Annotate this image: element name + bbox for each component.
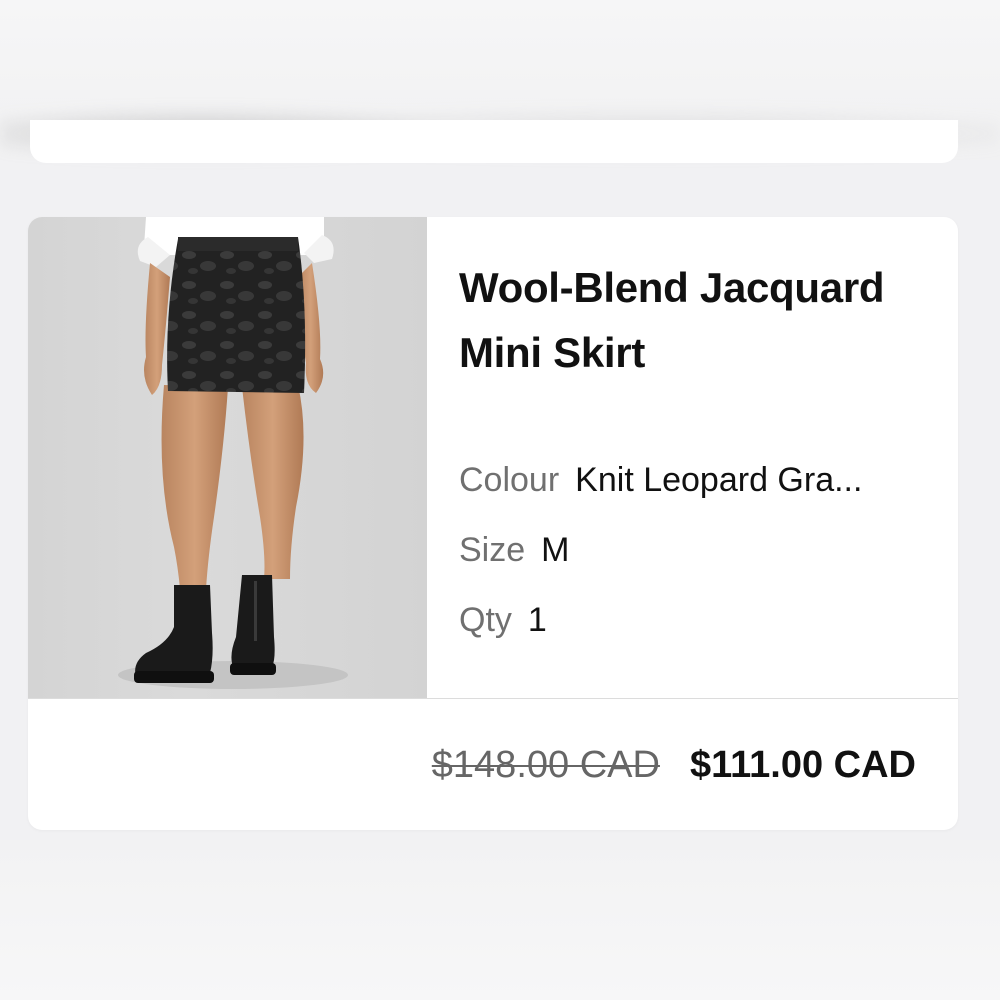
cart-item-card[interactable]: Wool-Blend Jacquard Mini Skirt Colour Kni…: [28, 217, 958, 830]
size-row: Size M: [459, 530, 569, 570]
colour-label: Colour: [459, 461, 560, 499]
previous-card-edge: [30, 120, 958, 163]
background-bottom: [0, 840, 1000, 1000]
product-photo-illustration: [118, 217, 348, 689]
colour-value: Knit Leopard Gra...: [575, 461, 863, 499]
product-image[interactable]: [28, 217, 427, 698]
qty-value: 1: [527, 601, 547, 639]
divider: [28, 698, 958, 699]
size-label: Size: [459, 531, 526, 569]
qty-row: Qty 1: [459, 600, 547, 640]
product-title[interactable]: Wool-Blend Jacquard Mini Skirt: [459, 255, 939, 385]
sale-price: $111.00 CAD: [689, 744, 916, 786]
original-price: $148.00 CAD: [431, 744, 660, 786]
qty-label: Qty: [459, 601, 512, 639]
colour-row: Colour Knit Leopard Gra...: [459, 460, 862, 500]
size-value: M: [541, 531, 570, 569]
price-row: $148.00 CAD $111.00 CAD: [432, 742, 916, 788]
